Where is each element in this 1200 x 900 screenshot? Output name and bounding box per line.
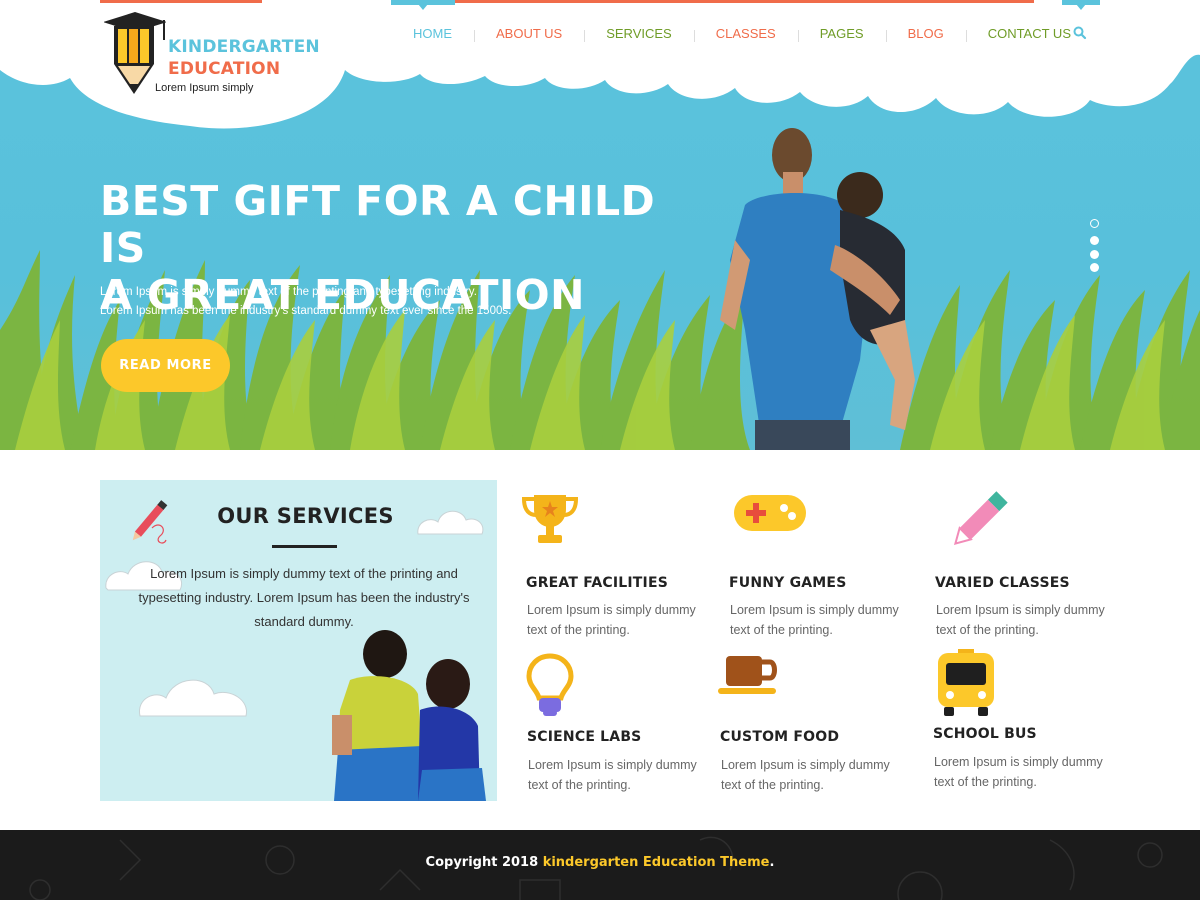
lightbulb-icon [525,652,575,722]
nav-accent-bar [391,0,1034,3]
feature-description: Lorem Ipsum is simply dummy text of the … [934,755,1103,789]
hero-description-line-1: Lorem Ipsum is simply dummy text of the … [100,286,477,298]
services-description: Lorem Ipsum is simply dummy text of the … [138,566,470,629]
our-services-panel: OUR SERVICES Lorem Ipsum is simply dummy… [100,480,497,801]
nav-item-blog[interactable]: BLOG [885,26,966,42]
feature-varied-classes[interactable]: VARIED CLASSES Lorem Ipsum is simply dumm… [928,491,1118,641]
feature-title: GREAT FACILITIES [526,575,669,591]
feature-title: FUNNY GAMES [729,575,847,591]
nav-item-classes[interactable]: CLASSES [693,26,798,42]
nav-item-pages[interactable]: PAGES [797,26,886,42]
slider-dot-2[interactable] [1090,236,1099,245]
logo-tagline: Lorem Ipsum simply [155,82,254,94]
father-child-illustration [720,128,915,450]
feature-school-bus[interactable]: SCHOOL BUS Lorem Ipsum is simply dummy te… [926,649,1116,799]
slider-dot-3[interactable] [1090,250,1099,259]
feature-title: CUSTOM FOOD [720,729,840,745]
feature-funny-games[interactable]: FUNNY GAMES Lorem Ipsum is simply dummy t… [722,491,912,641]
feature-title: VARIED CLASSES [935,575,1070,591]
main-navigation: HOME ABOUT US SERVICES CLASSES PAGES BLOG CONT… [391,22,1093,44]
slider-dot-1[interactable] [1090,219,1099,228]
feature-description: Lorem Ipsum is simply dummy text of the … [730,603,899,637]
copyright-suffix: . [769,855,775,870]
feature-science-labs[interactable]: SCIENCE LABS Lorem Ipsum is simply dummy … [520,652,710,802]
feature-description: Lorem Ipsum is simply dummy text of the … [527,603,696,637]
site-logo[interactable]: KINDERGARTEN EDUCATION Lorem Ipsum simpl… [104,10,320,100]
feature-title: SCHOOL BUS [933,726,1037,742]
trophy-icon [520,491,580,551]
services-background-illustration [105,500,486,801]
logo-accent-bar [100,0,262,3]
slider-pagination [1089,219,1101,273]
kids-illustration [332,630,486,801]
feature-title: SCIENCE LABS [527,729,642,745]
search-icon[interactable] [1072,25,1088,41]
search-accent-notch [1076,4,1086,10]
copyright-theme-link[interactable]: kindergarten Education Theme [543,855,770,870]
feature-description: Lorem Ipsum is simply dummy text of the … [721,758,890,792]
site-header: KINDERGARTEN EDUCATION Lorem Ipsum simpl… [0,0,1200,130]
services-title-underline [272,545,337,548]
pencil-icon [948,491,1008,555]
feature-description: Lorem Ipsum is simply dummy text of the … [528,758,697,792]
copyright-text: Copyright 2018 kindergarten Education Th… [0,855,1200,870]
services-title: OUR SERVICES [217,504,394,528]
read-more-button[interactable]: READ MORE [101,339,230,392]
site-footer: Copyright 2018 kindergarten Education Th… [0,830,1200,900]
logo-title-line-1: KINDERGARTEN [168,37,320,57]
copyright-prefix: Copyright 2018 [425,855,543,870]
feature-great-facilities[interactable]: GREAT FACILITIES Lorem Ipsum is simply du… [519,491,709,641]
coffee-cup-icon [718,652,780,702]
feature-description: Lorem Ipsum is simply dummy text of the … [936,603,1105,637]
hero-title-line-1: BEST GIFT FOR A CHILD IS [100,177,656,272]
gamepad-icon [732,491,808,539]
nav-item-home[interactable]: HOME [391,26,474,41]
slider-dot-4[interactable] [1090,263,1099,272]
bus-icon [936,649,996,721]
nav-active-notch [418,4,428,10]
feature-custom-food[interactable]: CUSTOM FOOD Lorem Ipsum is simply dummy t… [713,652,903,802]
hero-description-line-2: Lorem Ipsum has been the industry's stan… [100,305,512,317]
nav-item-services[interactable]: SERVICES [584,26,694,42]
hero-description: Lorem Ipsum is simply dummy text of the … [100,283,520,321]
logo-title-line-2: EDUCATION [168,59,281,79]
nav-item-about-us[interactable]: ABOUT US [474,26,584,42]
